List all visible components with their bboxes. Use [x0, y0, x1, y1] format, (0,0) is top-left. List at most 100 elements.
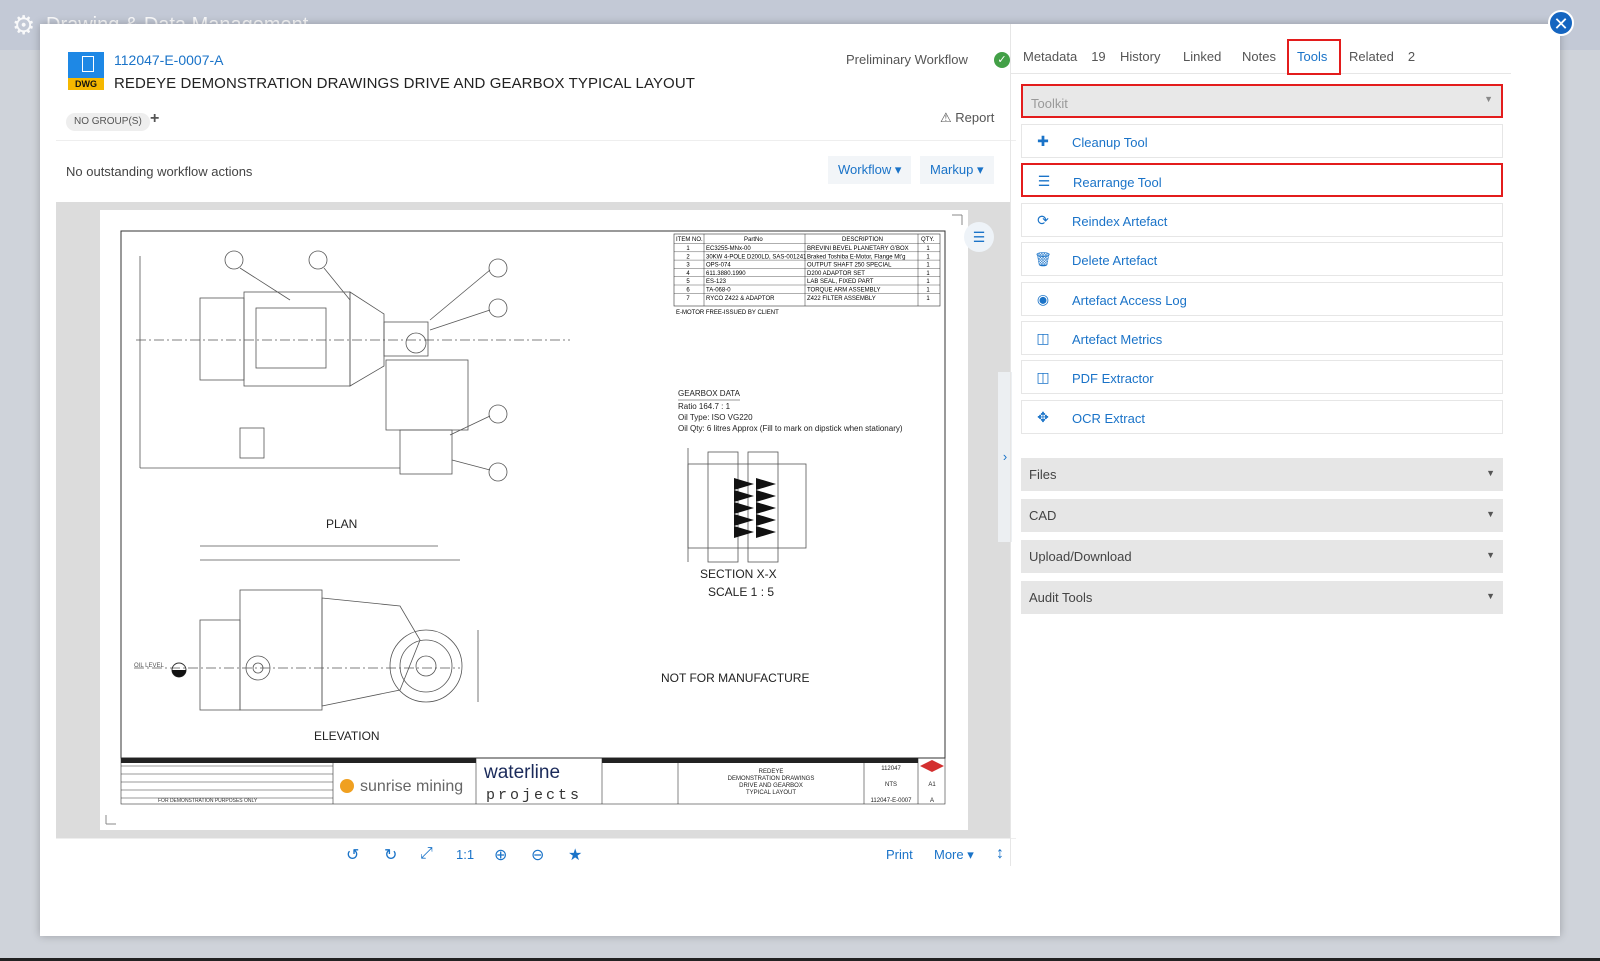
title-block-line-1: REDEYE [759, 769, 784, 775]
markup-dropdown[interactable]: Markup ▾ [920, 156, 994, 184]
parts-table-cell: 3 [686, 263, 690, 269]
parts-table-cell: 611.3880.1990 [706, 271, 746, 277]
tab-notes[interactable]: Notes [1242, 49, 1276, 64]
workflow-dropdown[interactable]: Workflow ▾ [828, 156, 912, 184]
parts-header-desc: DESCRIPTION [842, 237, 883, 243]
tab-metadata[interactable]: Metadata 19 [1023, 49, 1106, 64]
parts-table-cell: 4 [686, 271, 690, 277]
parts-table-cell: TORQUE ARM ASSEMBLY [807, 288, 880, 294]
drawing-svg: ITEM NO. PartNo DESCRIPTION QTY. 1 EC3255… [105, 214, 963, 825]
print-button[interactable]: Print [886, 847, 913, 862]
tool-delete[interactable]: 🗑 Delete Artefact [1021, 242, 1503, 276]
tool-access-log[interactable]: ◉ Artefact Access Log [1021, 282, 1503, 316]
document-title: REDEYE DEMONSTRATION DRAWINGS DRIVE AND … [114, 75, 696, 92]
elevation-label: ELEVATION [314, 729, 380, 743]
parts-table-cell: 1 [926, 254, 930, 260]
check-icon: ✓ [994, 52, 1010, 68]
company-logo-top: waterline [483, 762, 560, 783]
eye-icon: ◉ [1036, 291, 1050, 307]
zoom-in-icon[interactable]: ⊕ [494, 845, 507, 865]
plan-view [136, 250, 570, 482]
parts-table-cell: 1 [926, 271, 930, 277]
toolkit-select[interactable]: Toolkit ▼ [1021, 84, 1503, 118]
parts-table-cell: BREVINI BEVEL PLANETARY G'BOX [807, 246, 909, 252]
rotate-left-icon[interactable]: ↺ [346, 845, 359, 865]
document-pane: DWG 112047-E-0007-A REDEYE DEMONSTRATION… [56, 24, 1016, 896]
vertical-resize-icon[interactable]: ↕ [996, 845, 1004, 863]
tool-pdf-extractor[interactable]: ◫ PDF Extractor [1021, 360, 1503, 394]
company-logo-bottom: projects [486, 787, 582, 804]
parts-table-cell: OPS-074 [706, 263, 731, 269]
parts-table: ITEM NO. PartNo DESCRIPTION QTY. 1 EC3255… [673, 233, 941, 316]
zoom-ratio-button[interactable]: 1:1 [456, 847, 474, 862]
tool-rearrange[interactable]: ☰ Rearrange Tool [1021, 163, 1503, 197]
document-modal: DWG 112047-E-0007-A REDEYE DEMONSTRATION… [40, 24, 1560, 936]
section-gears [734, 478, 776, 538]
drawing-viewer[interactable]: ITEM NO. PartNo DESCRIPTION QTY. 1 EC3255… [56, 202, 1012, 838]
parts-table-cell: TA-068-0 [706, 288, 731, 294]
parts-table-cell: 1 [926, 296, 930, 302]
demo-note: FOR DEMONSTRATION PURPOSES ONLY [158, 798, 258, 804]
zoom-out-icon[interactable]: ⊖ [531, 845, 544, 865]
workflow-status: Preliminary Workflow [846, 52, 968, 67]
chevron-down-icon: ▼ [1486, 550, 1495, 560]
rotate-right-icon[interactable]: ↻ [384, 845, 397, 865]
accordion-cad[interactable]: CAD ▼ [1021, 499, 1503, 532]
parts-table-cell: 1 [686, 246, 690, 252]
redeye-logo [920, 760, 944, 772]
drawing-sheet: ITEM NO. PartNo DESCRIPTION QTY. 1 EC3255… [100, 210, 968, 830]
chevron-down-icon: ▼ [1486, 509, 1495, 519]
accordion-upload-download[interactable]: Upload/Download ▼ [1021, 540, 1503, 573]
accordion-files[interactable]: Files ▼ [1021, 458, 1503, 491]
not-for-manufacture: NOT FOR MANUFACTURE [661, 671, 809, 685]
star-icon[interactable]: ★ [568, 845, 582, 865]
parts-table-cell: 5 [686, 279, 690, 285]
parts-table-cell: ES-123 [706, 279, 727, 285]
groups-badge[interactable]: NO GROUP(S) [66, 113, 150, 131]
document-id-link[interactable]: 112047-E-0007-A [114, 52, 223, 68]
columns-icon: ◫ [1036, 330, 1050, 346]
tool-cleanup[interactable]: ✚ Cleanup Tool [1021, 124, 1503, 158]
viewer-toolbar: ↺ ↻ ⤢ 1:1 ⊕ ⊖ ★ Print More ▾ ↕ [56, 838, 1016, 872]
tab-bar: Metadata 19 History Linked Notes Tools Re… [1011, 24, 1511, 75]
tab-linked[interactable]: Linked [1183, 49, 1221, 64]
list-icon: ☰ [1037, 173, 1051, 189]
document-header: DWG 112047-E-0007-A REDEYE DEMONSTRATION… [56, 24, 1016, 140]
tab-related[interactable]: Related 2 [1349, 49, 1415, 64]
gearbox-oil-type: Oil Type: ISO VG220 [678, 413, 753, 422]
scale-value: NTS [885, 782, 897, 788]
warning-icon: ⚠ [940, 110, 952, 125]
tool-ocr-extract[interactable]: ✥ OCR Extract [1021, 400, 1503, 434]
no-actions-text: No outstanding workflow actions [66, 164, 253, 179]
list-icon[interactable]: ☰ [964, 222, 994, 252]
report-button[interactable]: ⚠ Report [940, 110, 994, 126]
parts-header-qty: QTY. [921, 237, 935, 243]
fit-screen-icon[interactable]: ⤢ [420, 845, 433, 863]
workflow-actions-bar: No outstanding workflow actions Workflow… [56, 140, 1016, 200]
scale-label: SCALE 1 : 5 [708, 585, 774, 599]
parts-table-cell: 6 [686, 288, 690, 294]
chevron-down-icon: ▼ [1484, 94, 1493, 104]
parts-table-cell: 1 [926, 288, 930, 294]
drawing-no: 112047-E-0007 [871, 798, 913, 804]
parts-header-item: ITEM NO. [676, 237, 703, 243]
plan-label: PLAN [326, 517, 357, 531]
columns-icon: ◫ [1036, 369, 1050, 385]
dwg-file-icon: DWG [68, 52, 104, 90]
parts-table-cell: 7 [686, 296, 690, 302]
title-block-line-4: TYPICAL LAYOUT [746, 790, 796, 796]
add-group-button[interactable]: + [150, 110, 159, 128]
parts-table-cell: 1 [926, 263, 930, 269]
motor-note: E-MOTOR FREE-ISSUED BY CLIENT [676, 310, 779, 316]
section-view [687, 448, 807, 563]
close-icon[interactable]: ✕ [1548, 10, 1574, 36]
section-label: SECTION X-X [700, 567, 777, 581]
elevation-view [134, 545, 479, 711]
tab-history[interactable]: History [1120, 49, 1160, 64]
sheet-size: A1 [928, 782, 936, 788]
gearbox-title: GEARBOX DATA [678, 389, 741, 398]
tool-metrics[interactable]: ◫ Artefact Metrics [1021, 321, 1503, 355]
more-dropdown[interactable]: More ▾ [934, 847, 974, 863]
tool-reindex[interactable]: ⟳ Reindex Artefact [1021, 203, 1503, 237]
accordion-audit-tools[interactable]: Audit Tools ▼ [1021, 581, 1503, 614]
